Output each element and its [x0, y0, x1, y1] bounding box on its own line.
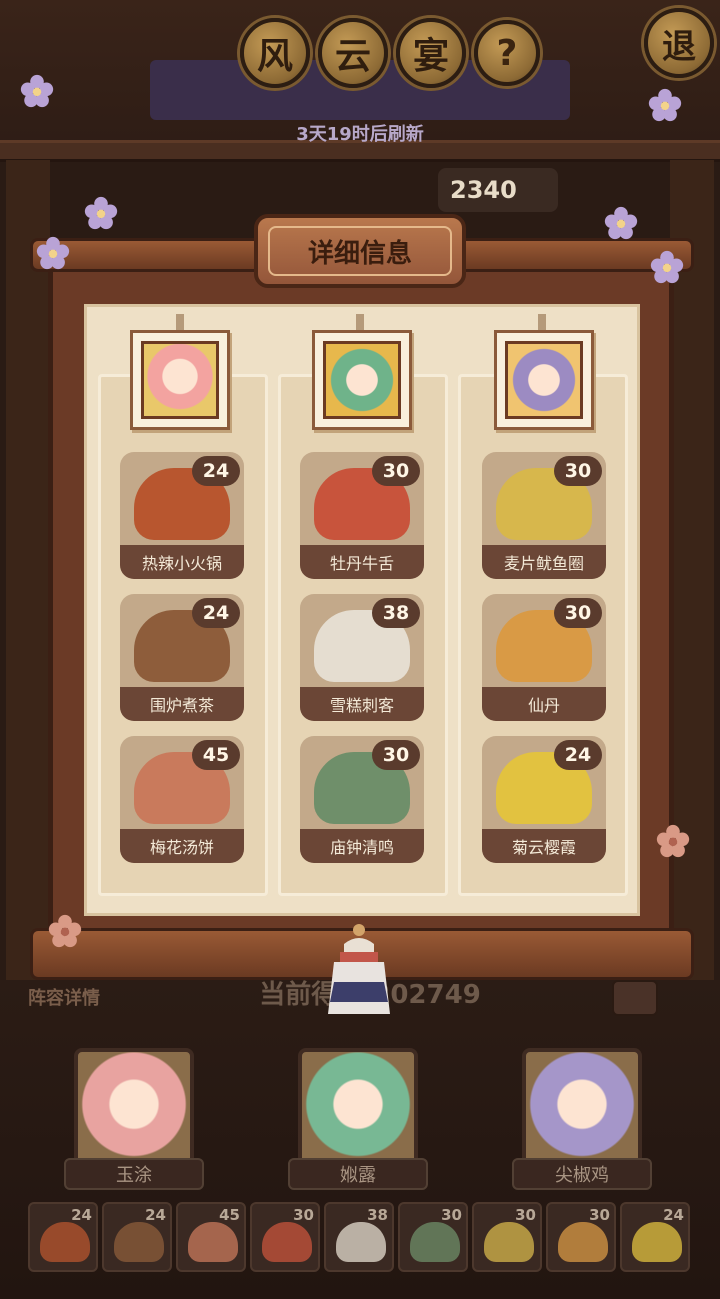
mini-dish[interactable]: 30: [398, 1202, 468, 1272]
mini-dish-count: 24: [145, 1206, 166, 1224]
dish-image: [410, 1222, 460, 1262]
character-name: 娰露: [288, 1158, 428, 1190]
dish-card[interactable]: 30 仙丹: [482, 594, 606, 721]
dish-card[interactable]: 30 牡丹牛舌: [300, 452, 424, 579]
portrait-3: [494, 330, 594, 430]
dish-image: [262, 1222, 312, 1262]
dish-image: [40, 1222, 90, 1262]
panel-title-tag: 详细信息: [254, 214, 466, 288]
dish-card[interactable]: 24 热辣小火锅: [120, 452, 244, 579]
flower-icon: [36, 236, 70, 270]
dish-count: 30: [554, 456, 602, 486]
dish-name: 雪糕刺客: [300, 687, 424, 721]
dish-count: 30: [372, 456, 420, 486]
mini-dish-count: 38: [367, 1206, 388, 1224]
mini-dish-count: 30: [293, 1206, 314, 1224]
dish-count: 38: [372, 598, 420, 628]
dish-card[interactable]: 38 雪糕刺客: [300, 594, 424, 721]
flower-icon: [648, 88, 682, 122]
lineup-details-link[interactable]: 阵容详情: [28, 984, 100, 1010]
flower-icon: [20, 74, 54, 108]
left-pillar: [6, 160, 50, 1000]
title-char-2: 云: [318, 18, 388, 88]
dish-name: 围炉煮茶: [120, 687, 244, 721]
dish-name: 仙丹: [482, 687, 606, 721]
dish-image: [336, 1222, 386, 1262]
lineup-character-2[interactable]: [298, 1048, 418, 1172]
mini-dish[interactable]: 30: [250, 1202, 320, 1272]
mini-dish-count: 30: [515, 1206, 536, 1224]
dish-image: [114, 1222, 164, 1262]
dish-image: [188, 1222, 238, 1262]
dish-name: 梅花汤饼: [120, 829, 244, 863]
tassel-icon: [328, 924, 390, 1014]
title-char-3: 宴: [396, 18, 466, 88]
dish-count: 45: [192, 740, 240, 770]
character-name: 玉涂: [64, 1158, 204, 1190]
dish-name: 麦片鱿鱼圈: [482, 545, 606, 579]
mini-dish-count: 24: [71, 1206, 92, 1224]
dish-card[interactable]: 24 菊云樱霞: [482, 736, 606, 863]
dish-image: [484, 1222, 534, 1262]
dish-card[interactable]: 30 庙钟清鸣: [300, 736, 424, 863]
mini-dish-count: 24: [663, 1206, 684, 1224]
character-portrait: [505, 341, 583, 419]
top-score: 2340: [438, 168, 558, 212]
dish-card[interactable]: 45 梅花汤饼: [120, 736, 244, 863]
lineup-character-3[interactable]: [522, 1048, 642, 1172]
mini-dish[interactable]: 30: [472, 1202, 542, 1272]
dish-image: [558, 1222, 608, 1262]
flower-icon: [650, 250, 684, 284]
character-portrait: [323, 341, 401, 419]
flower-icon: [656, 824, 690, 858]
lineup-character-1[interactable]: [74, 1048, 194, 1172]
mini-dish[interactable]: 30: [546, 1202, 616, 1272]
dish-name: 热辣小火锅: [120, 545, 244, 579]
dish-count: 30: [554, 598, 602, 628]
dish-summary-strip: 24 24 45 30 38 30 30 30 24: [28, 1202, 692, 1274]
dish-count: 30: [372, 740, 420, 770]
flower-icon: [48, 914, 82, 948]
dish-count: 24: [192, 456, 240, 486]
flower-icon: [84, 196, 118, 230]
mini-dish[interactable]: 45: [176, 1202, 246, 1272]
mini-dish[interactable]: 24: [28, 1202, 98, 1272]
dish-name: 菊云樱霞: [482, 829, 606, 863]
portrait-2: [312, 330, 412, 430]
title-char-1: 风: [240, 18, 310, 88]
panel-title: 详细信息: [268, 226, 452, 276]
mini-dish-count: 30: [441, 1206, 462, 1224]
dish-count: 24: [192, 598, 240, 628]
dish-name: 牡丹牛舌: [300, 545, 424, 579]
portrait-1: [130, 330, 230, 430]
mini-dish[interactable]: 38: [324, 1202, 394, 1272]
dish-image: [632, 1222, 682, 1262]
help-button[interactable]: ?: [474, 20, 540, 86]
character-portrait: [141, 341, 219, 419]
dish-name: 庙钟清鸣: [300, 829, 424, 863]
mini-dish[interactable]: 24: [620, 1202, 690, 1272]
dish-card[interactable]: 24 围炉煮茶: [120, 594, 244, 721]
mini-dish-count: 45: [219, 1206, 240, 1224]
refresh-timer: 3天19时后刷新: [296, 124, 424, 145]
mini-dish-count: 30: [589, 1206, 610, 1224]
character-name: 尖椒鸡: [512, 1158, 652, 1190]
exit-button[interactable]: 退: [644, 8, 714, 78]
mini-dish[interactable]: 24: [102, 1202, 172, 1272]
event-title: 风 云 宴 ?: [240, 18, 540, 88]
flower-icon: [604, 206, 638, 240]
dish-card[interactable]: 30 麦片鱿鱼圈: [482, 452, 606, 579]
dish-count: 24: [554, 740, 602, 770]
right-pillar: [670, 160, 714, 1000]
side-button[interactable]: [612, 980, 658, 1016]
